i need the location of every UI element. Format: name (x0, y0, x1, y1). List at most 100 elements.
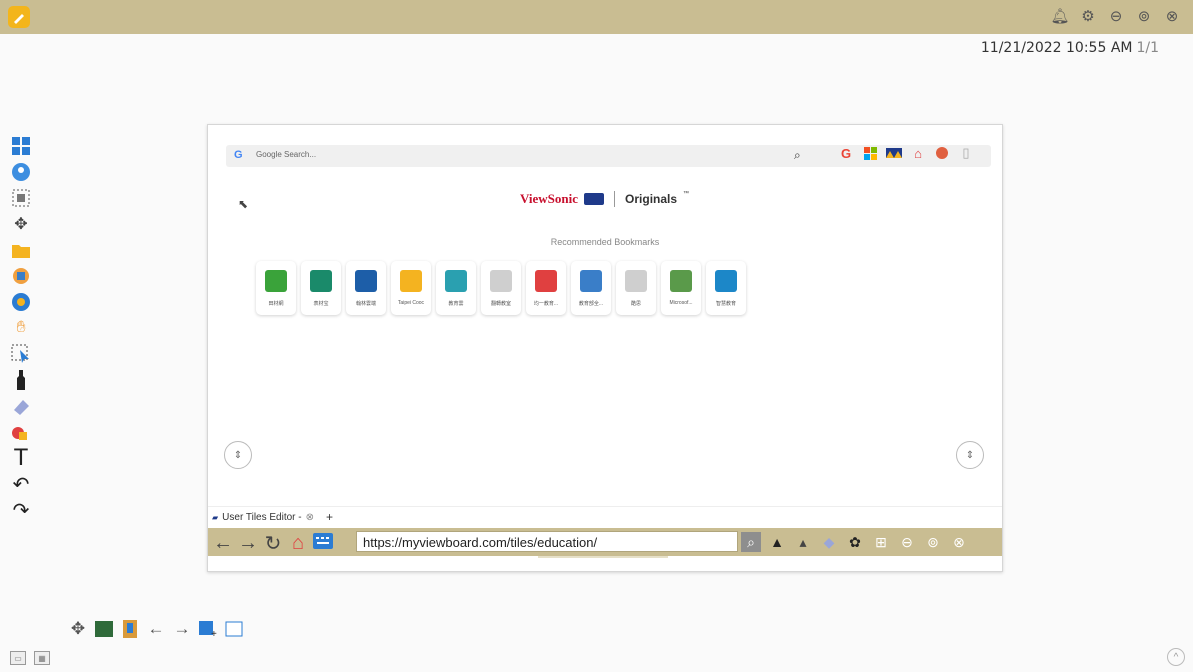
bookmark-tile[interactable]: 翰林雲端 (346, 261, 386, 315)
bookmark-tile[interactable]: 表材宝 (301, 261, 341, 315)
url-input[interactable]: https://myviewboard.com/tiles/education/ (356, 531, 738, 552)
google-icon[interactable]: G (838, 145, 854, 161)
bookmark-icon (310, 270, 332, 292)
bookmark-tile[interactable]: 均一教育... (526, 261, 566, 315)
svg-text:+: + (211, 629, 217, 637)
move-icon[interactable]: ✥ (67, 619, 89, 639)
bookmark-icon (490, 270, 512, 292)
capture-icon[interactable]: ✿ (845, 532, 865, 552)
close-icon[interactable]: ⊗ (949, 532, 969, 552)
search-placeholder: Google Search... (256, 150, 317, 159)
bookmark-label: 智慧教育 (715, 301, 736, 307)
bookmark-tile[interactable]: 教育部全... (571, 261, 611, 315)
select-icon[interactable] (10, 343, 32, 365)
bottom-toolbar: ✥ ← → + (67, 619, 245, 639)
windows-icon[interactable] (10, 135, 32, 157)
pen-icon[interactable] (10, 369, 32, 391)
box-icon[interactable] (10, 265, 32, 287)
bookmark-icon (355, 270, 377, 292)
bookmark-icon (715, 270, 737, 292)
back-arrow-icon[interactable]: ← (212, 532, 234, 555)
undo-icon[interactable]: ↶ (10, 473, 32, 496)
close-icon[interactable]: ⊗ (1163, 7, 1181, 25)
minimize-icon[interactable]: ⊖ (897, 532, 917, 552)
highlighter-icon[interactable]: ▴ (793, 532, 813, 552)
datetime-text: 11/21/2022 10:55 AM (980, 40, 1133, 56)
bookmark-label: 酷思 (630, 301, 641, 307)
refresh-icon[interactable]: ↻ (262, 531, 284, 556)
brand-originals: Originals (625, 192, 678, 206)
trademark-mark: ™ (683, 191, 690, 197)
bookmark-icon (580, 270, 602, 292)
bookmark-label: 翻轉教室 (490, 301, 511, 307)
viewsonic-icon[interactable] (886, 145, 902, 161)
google-g-icon: G (234, 149, 243, 161)
bookmark-tile[interactable]: Microsof... (661, 261, 701, 315)
bookmark-label: 均一教育... (533, 301, 559, 307)
bookmark-label: 教育部全... (578, 301, 604, 307)
bookmark-tiles: 田材網 表材宝 翰林雲端 Taipei Cooc 教育雲 翻轉教室 均一教育... 教育部全.… (256, 261, 746, 315)
redo-icon[interactable]: ↷ (10, 499, 32, 522)
bookmark-tile[interactable]: 智慧教育 (706, 261, 746, 315)
restore-icon[interactable]: ⊚ (1135, 7, 1153, 25)
prev-page-icon[interactable]: ← (145, 619, 167, 639)
bell-icon[interactable]: 🔔︎ (1050, 7, 1069, 25)
minimize-icon[interactable]: ⊖ (1107, 7, 1125, 25)
brand-name: ViewSonic (520, 191, 579, 206)
gear-icon[interactable]: ⚙︎ (1079, 7, 1097, 25)
bookmark-tile[interactable]: 酷思 (616, 261, 656, 315)
restore-icon[interactable]: ⊚ (923, 532, 943, 552)
grid-add-icon[interactable]: ⊞ (871, 532, 891, 552)
windows-store-icon[interactable] (862, 145, 878, 161)
people-icon[interactable] (10, 161, 32, 183)
bookmark-tile[interactable]: Taipei Cooc (391, 261, 431, 315)
text-icon[interactable]: T (10, 444, 32, 471)
tab-user-tiles-editor[interactable]: ▰ User Tiles Editor - ⊗ + (212, 510, 333, 524)
screenshot-icon[interactable] (10, 187, 32, 209)
bookmark-label: 田材網 (268, 301, 284, 307)
scroll-left-button[interactable]: ⇕ (224, 441, 252, 469)
home-icon[interactable]: ⌂ (910, 145, 926, 161)
page-icon[interactable]: ▯ (958, 145, 974, 161)
recommended-bookmarks-label: Recommended Bookmarks (550, 237, 660, 247)
next-page-icon[interactable]: → (171, 619, 193, 639)
bottom-left-gallery-icon[interactable]: ▦ (34, 651, 50, 665)
hand-icon[interactable]: ✋︎ (10, 317, 32, 339)
eraser-icon[interactable] (10, 395, 32, 417)
add-page-icon[interactable]: + (197, 619, 219, 639)
keyboard-icon[interactable] (312, 532, 334, 555)
browser-window: G Google Search... ⌕ G ⌂ ▯ ⬉ ViewSonic O… (207, 124, 1003, 572)
shapes-icon[interactable] (10, 421, 32, 443)
tab-bar: ▰ User Tiles Editor - ⊗ + (208, 506, 1002, 529)
bookmark-tile[interactable]: 翻轉教室 (481, 261, 521, 315)
folder-icon[interactable] (10, 239, 32, 261)
top-bar: 🔔︎ ⚙︎ ⊖ ⊚ ⊗ (0, 0, 1193, 34)
search-icon[interactable]: ⌕ (741, 532, 761, 552)
datetime-display: 11/21/2022 10:55 AM 1/1 (981, 40, 1159, 56)
browser-icon[interactable] (10, 291, 32, 313)
move-icon[interactable]: ✥ (10, 213, 32, 235)
tab-close-icon[interactable]: ⊗ (306, 512, 314, 523)
bookmark-icon (265, 270, 287, 292)
page-indicator[interactable]: 1/1 (1136, 40, 1159, 56)
eraser-icon[interactable]: ◆ (819, 532, 839, 552)
bookmark-label: 表材宝 (313, 301, 329, 307)
collapse-icon[interactable]: ^ (1167, 648, 1185, 666)
background-icon[interactable] (93, 619, 115, 639)
pen-logo-icon[interactable] (8, 6, 30, 28)
new-tab-button[interactable]: + (326, 510, 333, 524)
viewsonic-originals-logo: ViewSonic Originals ™ (520, 191, 689, 207)
home-icon[interactable]: ⌂ (287, 532, 309, 555)
bottom-left-image-icon[interactable]: ▭ (10, 651, 26, 665)
scroll-right-button[interactable]: ⇕ (956, 441, 984, 469)
pen-icon[interactable]: ▲ (767, 532, 787, 552)
pages-icon[interactable] (119, 619, 141, 639)
page-thumbnail-icon[interactable] (223, 619, 245, 639)
search-icon[interactable]: ⌕ (794, 148, 801, 163)
bookmark-icon (400, 270, 422, 292)
forward-arrow-icon[interactable]: → (237, 532, 259, 555)
bookmark-tile[interactable]: 田材網 (256, 261, 296, 315)
globe-icon[interactable] (934, 145, 950, 161)
left-toolbar: ✥ ✋︎ T ↶ ↷ (10, 135, 32, 522)
bookmark-tile[interactable]: 教育雲 (436, 261, 476, 315)
